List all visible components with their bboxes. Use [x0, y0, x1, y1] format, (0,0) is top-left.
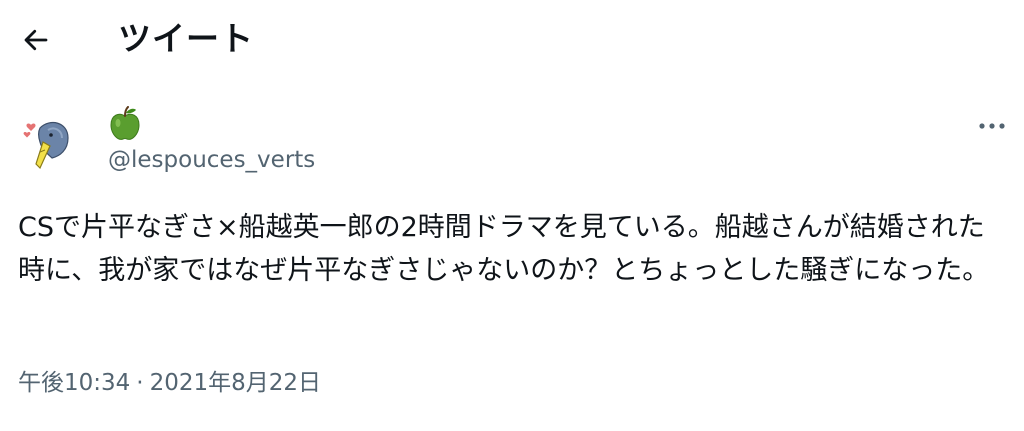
tweet-timestamp: 午後10:34 · 2021年8月22日: [18, 367, 321, 399]
bird-avatar-icon: [18, 112, 78, 172]
back-button[interactable]: [16, 20, 56, 60]
user-handle[interactable]: @lespouces_verts: [108, 145, 315, 175]
more-options-button[interactable]: [972, 108, 1012, 144]
tweet-time[interactable]: 午後10:34: [18, 370, 130, 396]
green-apple-icon: [110, 106, 140, 140]
page-title: ツイート: [118, 19, 254, 58]
tweet-date[interactable]: 2021年8月22日: [150, 370, 321, 396]
tweet-detail-page: ツイート @lespouces_verts CSで片平なぎさ×船越英一郎の2時間…: [0, 0, 1024, 431]
tweet-text: CSで片平なぎさ×船越英一郎の2時間ドラマを見ている。船越さんが結婚された時に、…: [18, 212, 990, 286]
timestamp-separator: ·: [136, 370, 144, 396]
more-horizontal-icon: [979, 123, 1005, 129]
avatar[interactable]: [18, 112, 78, 172]
arrow-left-icon: [24, 29, 48, 51]
header: ツイート: [0, 0, 1024, 80]
